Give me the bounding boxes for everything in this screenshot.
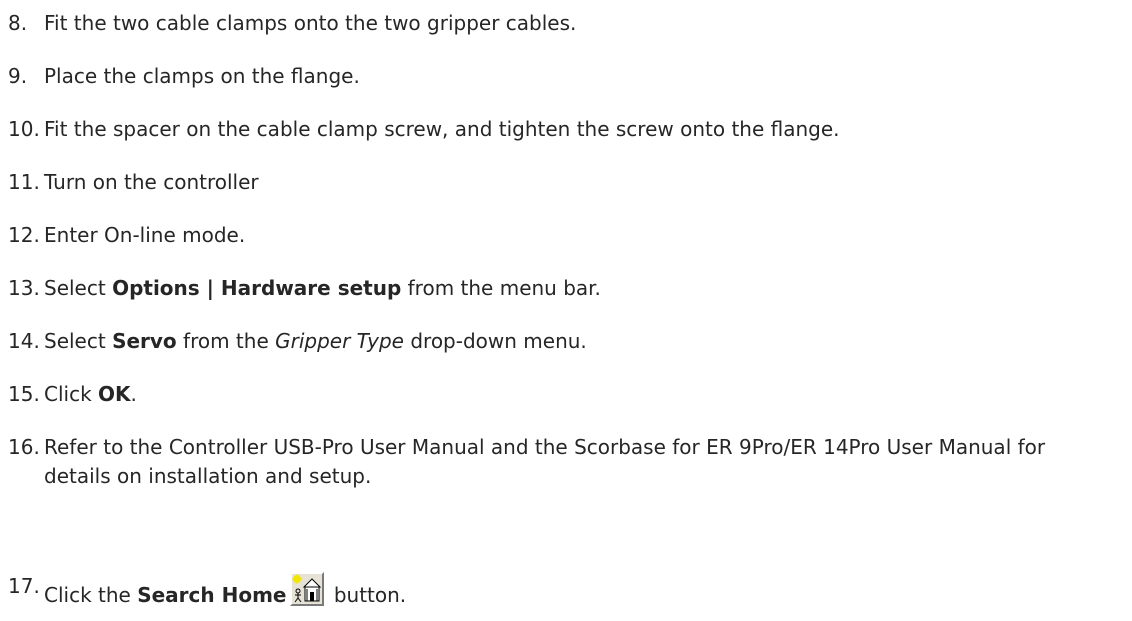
step-text: Place the clamps on the flange.: [44, 64, 360, 88]
button-name: OK: [98, 382, 131, 406]
option-name: Servo: [112, 329, 177, 353]
step-number: 15.: [8, 382, 40, 406]
step-number: 13.: [8, 276, 40, 300]
step-text: Select Options | Hardware setup from the…: [44, 276, 601, 300]
step-text: Select Servo from the Gripper Type drop-…: [44, 329, 587, 353]
step-number: 14.: [8, 329, 40, 353]
step-text: Fit the spacer on the cable clamp screw,…: [44, 117, 840, 141]
step-text: Turn on the controller: [44, 170, 259, 194]
step-number: 8.: [8, 11, 28, 35]
step-text: Click the Search Home button.: [44, 572, 406, 610]
step-text: Click OK.: [44, 382, 137, 406]
field-name: Gripper Type: [275, 329, 404, 353]
step-number: 10.: [8, 117, 40, 141]
step-text: Fit the two cable clamps onto the two gr…: [44, 11, 577, 35]
search-home-icon: [290, 572, 325, 606]
document-page: 8. Fit the two cable clamps onto the two…: [0, 0, 1132, 621]
step-number: 11.: [8, 170, 40, 194]
button-name: Search Home: [137, 583, 287, 607]
step-text: Enter On-line mode.: [44, 223, 246, 247]
step-number: 12.: [8, 223, 40, 247]
step-number: 17.: [8, 574, 40, 598]
step-number: 9.: [8, 64, 28, 88]
step-text: Refer to the Controller USB-Pro User Man…: [44, 435, 1046, 488]
step-number: 16.: [8, 435, 40, 459]
menu-path: Options | Hardware setup: [112, 276, 402, 300]
